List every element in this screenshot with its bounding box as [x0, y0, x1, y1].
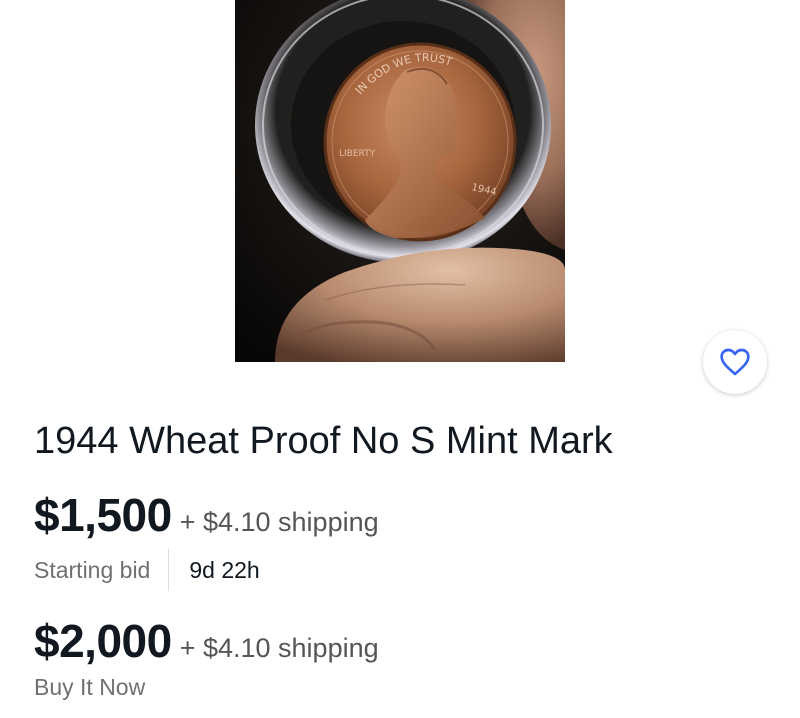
buy-it-now-label: Buy It Now: [34, 674, 146, 700]
auction-shipping-cost: + $4.10 shipping: [179, 507, 379, 537]
buy-now-price-row: $2,000 + $4.10 shipping: [34, 614, 379, 668]
heart-outline-icon: [720, 348, 750, 376]
item-photo[interactable]: IN GOD WE TRUST LIBERTY 1944: [235, 0, 565, 362]
listing-title[interactable]: 1944 Wheat Proof No S Mint Mark: [34, 418, 613, 464]
time-left: 9d 22h: [189, 556, 260, 583]
coin-photo: IN GOD WE TRUST LIBERTY 1944: [235, 0, 565, 362]
starting-bid-label: Starting bid: [34, 556, 151, 583]
current-bid-price: $1,500: [34, 489, 172, 541]
meta-divider: [168, 549, 170, 591]
listing-card: IN GOD WE TRUST LIBERTY 1944 1944 Wheat …: [0, 0, 800, 718]
coin-inscription-left: LIBERTY: [339, 149, 376, 159]
watch-button[interactable]: [703, 330, 767, 394]
buy-now-meta-row: Buy It Now: [34, 674, 145, 701]
buy-now-price: $2,000: [34, 615, 172, 667]
auction-price-row: $1,500 + $4.10 shipping: [34, 488, 379, 542]
buy-now-shipping-cost: + $4.10 shipping: [179, 633, 379, 663]
auction-meta-row: Starting bid 9d 22h: [34, 549, 260, 591]
